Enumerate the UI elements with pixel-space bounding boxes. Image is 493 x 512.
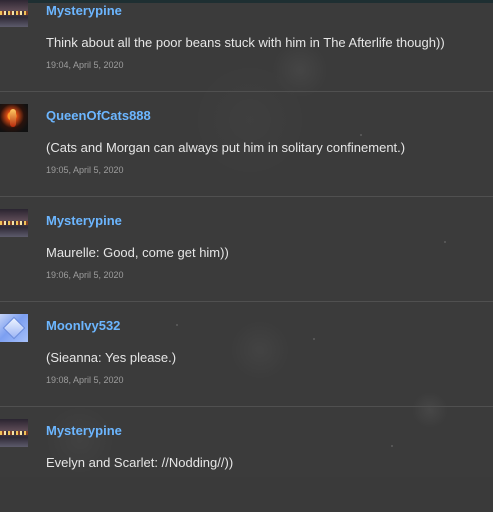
message-timestamp: 19:08, April 5, 2020 — [46, 375, 124, 385]
chat-message: Mysterypine Maurelle: Good, come get him… — [0, 197, 493, 302]
username-link[interactable]: MoonIvy532 — [46, 318, 120, 333]
chat-message: Mysterypine Think about all the poor bea… — [0, 0, 493, 92]
message-text: Think about all the poor beans stuck wit… — [46, 35, 445, 50]
username-link[interactable]: Mysterypine — [46, 213, 122, 228]
chat-feed: Mysterypine Think about all the poor bea… — [0, 0, 493, 512]
username-link[interactable]: QueenOfCats888 — [46, 108, 151, 123]
message-text: Evelyn and Scarlet: //Nodding//)) — [46, 455, 234, 470]
message-timestamp: 19:05, April 5, 2020 — [46, 165, 124, 175]
username-link[interactable]: Mysterypine — [46, 3, 122, 18]
chat-message: MoonIvy532 (Sieanna: Yes please.) 19:08,… — [0, 302, 493, 407]
message-timestamp: 19:06, April 5, 2020 — [46, 270, 124, 280]
message-text: (Sieanna: Yes please.) — [46, 350, 177, 365]
message-text: Maurelle: Good, come get him)) — [46, 245, 229, 260]
cosmic-avatar-icon[interactable] — [0, 419, 28, 447]
message-timestamp: 19:04, April 5, 2020 — [46, 60, 124, 70]
crystal-avatar-icon[interactable] — [0, 314, 28, 342]
chat-message: Mysterypine Evelyn and Scarlet: //Noddin… — [0, 407, 493, 512]
cosmic-avatar-icon[interactable] — [0, 0, 28, 27]
cosmic-avatar-icon[interactable] — [0, 209, 28, 237]
flame-avatar-icon[interactable] — [0, 104, 28, 132]
chat-message: QueenOfCats888 (Cats and Morgan can alwa… — [0, 92, 493, 197]
message-text: (Cats and Morgan can always put him in s… — [46, 140, 406, 155]
username-link[interactable]: Mysterypine — [46, 423, 122, 438]
